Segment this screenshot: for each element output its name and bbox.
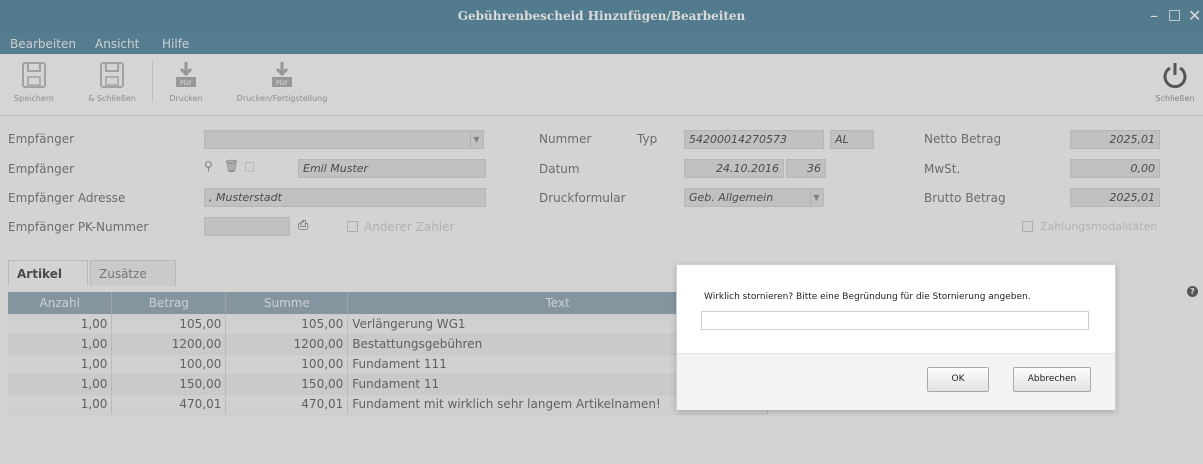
dialog-message: Wirklich stornieren? Bitte eine Begründu… — [704, 292, 1031, 302]
ok-button[interactable]: OK — [927, 367, 989, 392]
storno-dialog: Wirklich stornieren? Bitte eine Begründu… — [676, 264, 1116, 410]
cancel-button[interactable]: Abbrechen — [1013, 367, 1091, 392]
app-window: Gebührenbescheid Hinzufügen/Bearbeiten –… — [0, 0, 1203, 464]
begruendung-input[interactable] — [701, 311, 1089, 330]
